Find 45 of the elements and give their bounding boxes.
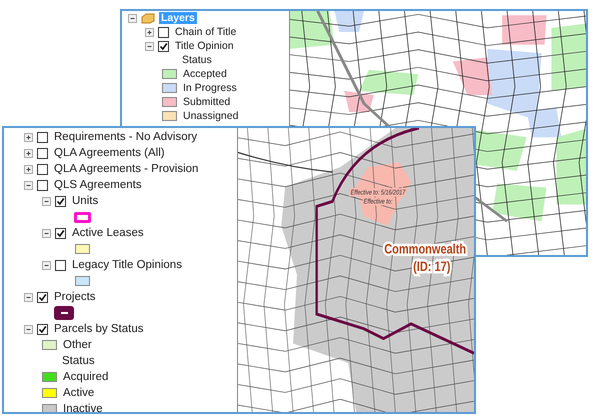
- legend-class-label: Inactive: [62, 403, 104, 412]
- collapse-icon[interactable]: [42, 260, 51, 270]
- legend-class-label: Submitted: [182, 96, 232, 108]
- layer-checkbox[interactable]: [37, 148, 48, 158]
- legend-class-label: Unassigned: [182, 110, 240, 122]
- layer-name[interactable]: Units: [70, 195, 100, 207]
- layer-checkbox[interactable]: [37, 132, 48, 142]
- layer-checkbox[interactable]: [37, 180, 48, 190]
- layer-name[interactable]: Title Opinion: [173, 40, 236, 52]
- collapse-icon[interactable]: [24, 180, 33, 190]
- layer-name[interactable]: QLS Agreements: [52, 179, 144, 191]
- legend-heading: Status: [181, 54, 213, 66]
- expand-icon[interactable]: [145, 28, 154, 36]
- legend-class-label: In Progress: [182, 82, 238, 94]
- collapse-icon[interactable]: [128, 14, 137, 22]
- legend-class-label: Other: [62, 339, 93, 351]
- layer-checkbox[interactable]: [158, 40, 169, 52]
- legend-class-label: Accepted: [182, 68, 228, 80]
- expand-icon[interactable]: [24, 148, 33, 158]
- legend-class-label: Active: [62, 387, 96, 399]
- layer-name[interactable]: Chain of Title: [173, 26, 238, 38]
- layer-name[interactable]: Projects: [52, 291, 98, 303]
- layer-checkbox[interactable]: [37, 292, 48, 302]
- layer-name[interactable]: Parcels by Status: [52, 323, 146, 335]
- collapse-icon[interactable]: [24, 324, 33, 334]
- layer-name[interactable]: QLA Agreements - Provision: [52, 163, 200, 175]
- layer-name[interactable]: Requirements - No Advisory: [52, 131, 200, 143]
- expand-icon[interactable]: [24, 132, 33, 142]
- layer-checkbox[interactable]: [158, 26, 169, 38]
- collapse-icon[interactable]: [145, 42, 154, 50]
- collapse-icon[interactable]: [24, 292, 33, 302]
- legend-heading: Status: [61, 355, 96, 367]
- layer-name[interactable]: Active Leases: [70, 227, 146, 239]
- layer-checkbox[interactable]: [55, 196, 66, 206]
- expand-icon[interactable]: [24, 164, 33, 174]
- layer-checkbox[interactable]: [37, 164, 48, 174]
- collapse-icon[interactable]: [42, 228, 51, 238]
- legend-class-label: Acquired: [62, 371, 110, 383]
- collapse-icon[interactable]: [42, 196, 51, 206]
- layer-name[interactable]: QLA Agreements (All): [52, 147, 167, 159]
- layer-name[interactable]: Legacy Title Opinions: [70, 259, 184, 271]
- layer-checkbox[interactable]: [37, 324, 48, 334]
- layers-icon: [141, 12, 155, 24]
- layer-checkbox[interactable]: [55, 260, 66, 270]
- layer-checkbox[interactable]: [55, 228, 66, 238]
